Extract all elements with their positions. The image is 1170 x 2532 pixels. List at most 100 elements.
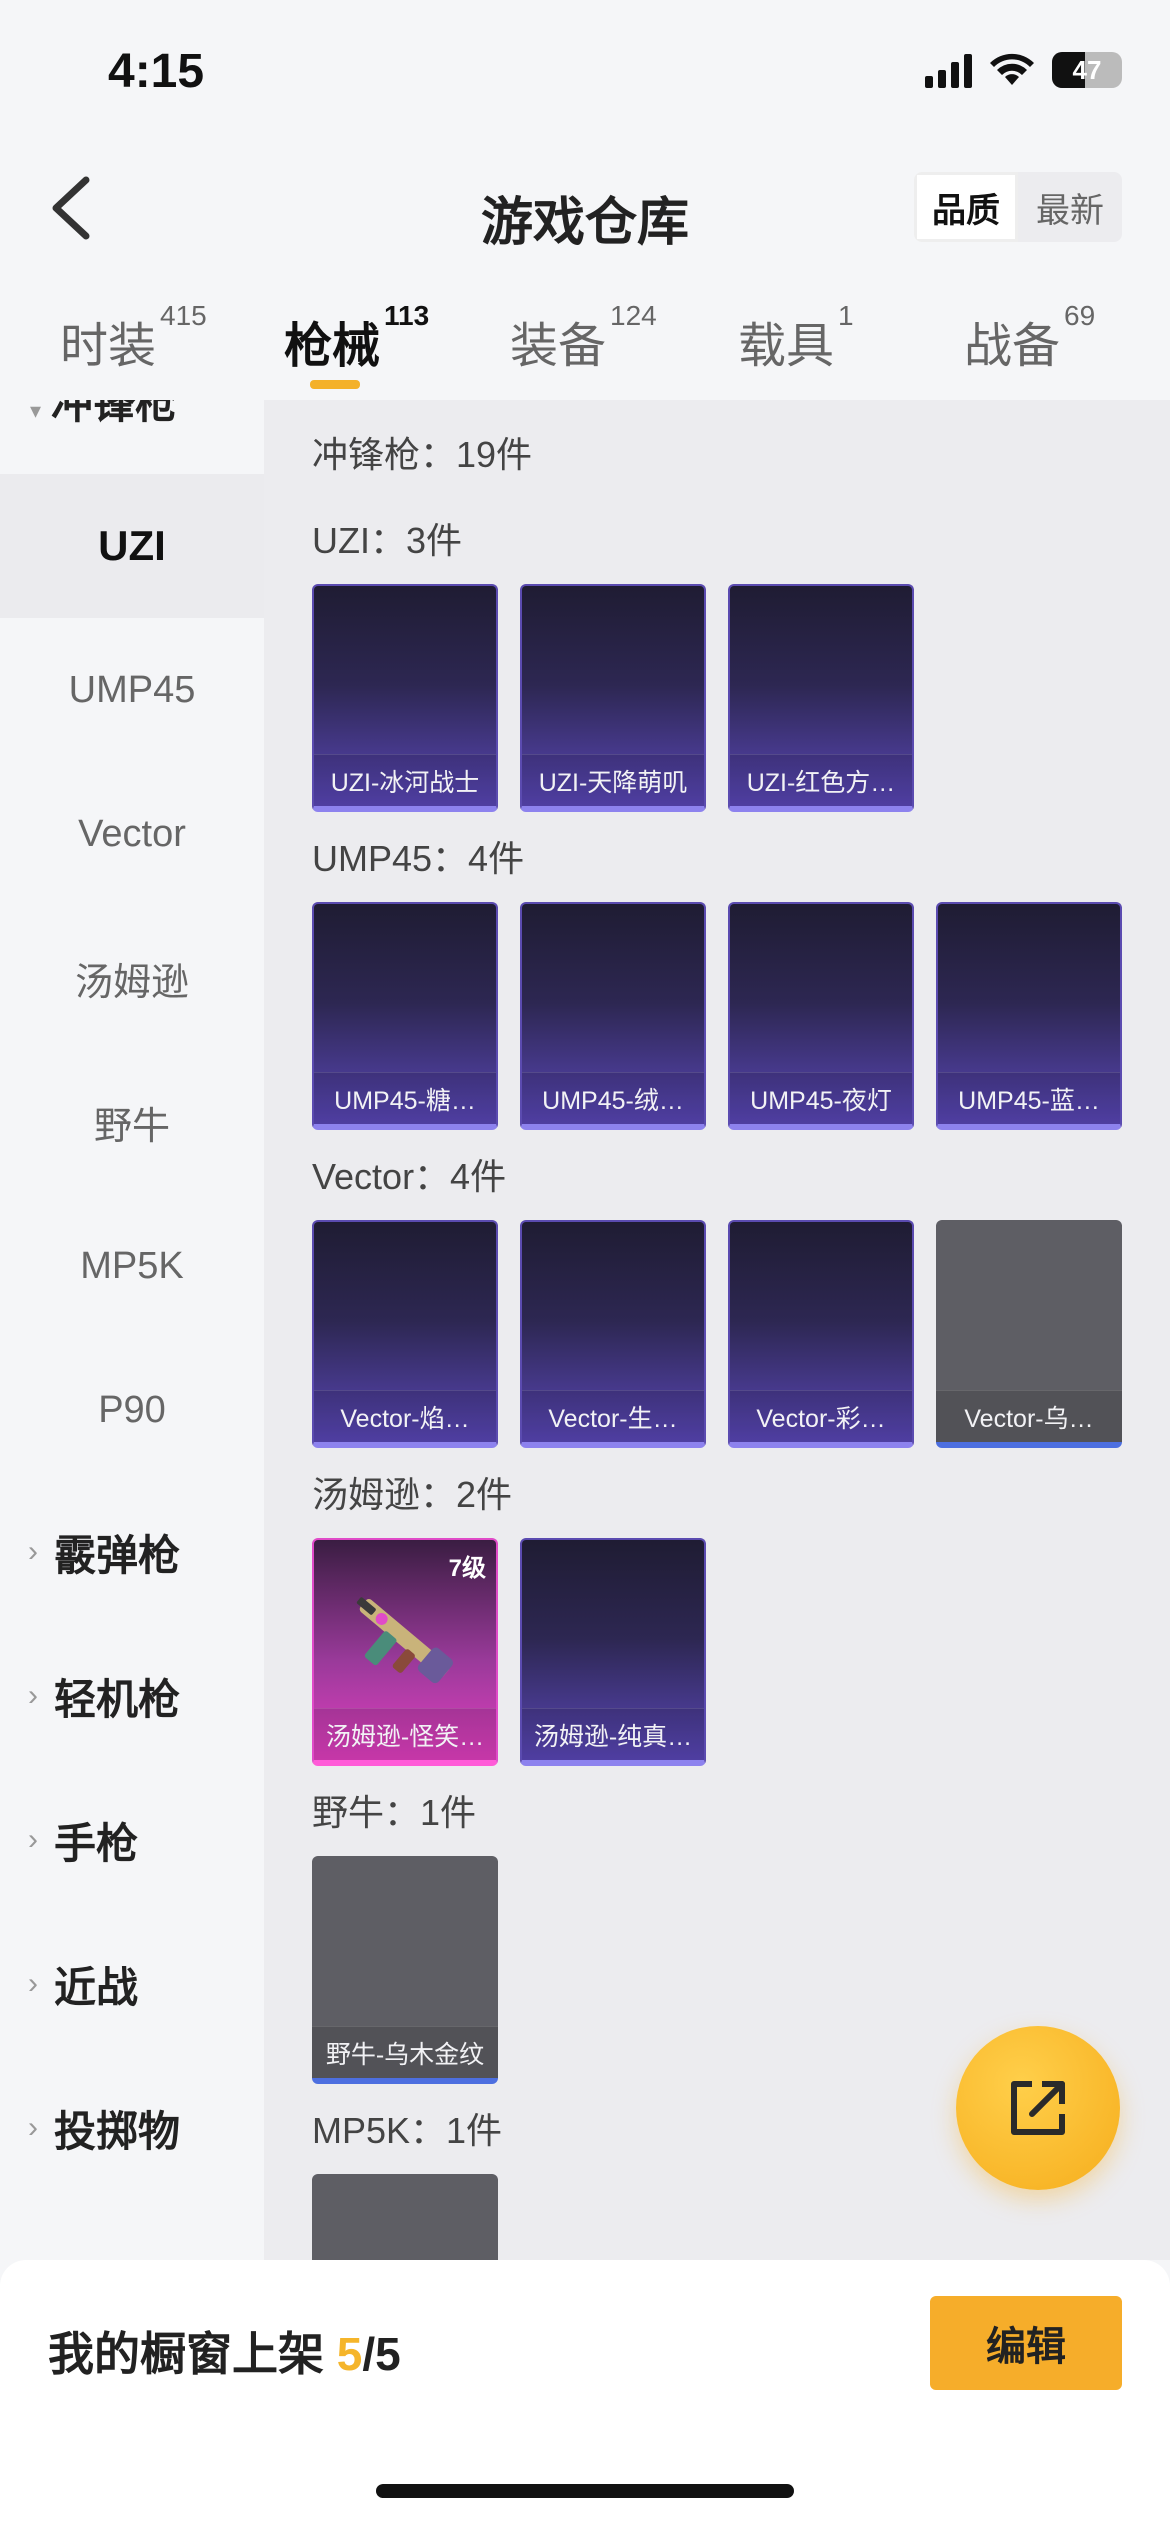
sidebar-item-bizon[interactable]: 野牛 [0, 1050, 264, 1194]
battery-level: 47 [1072, 54, 1102, 85]
item-name: 汤姆逊-纯真… [522, 1708, 704, 1760]
chevron-right-icon: › [28, 1823, 38, 1856]
chevron-down-icon: ▾ [30, 400, 42, 423]
showcase-label: 我的橱窗上架 [48, 2328, 324, 2380]
item-name: UMP45-糖… [314, 1072, 496, 1124]
item-name: UMP45-夜灯 [730, 1072, 912, 1124]
sort-by-quality-button[interactable]: 品质 [914, 172, 1018, 242]
wifi-icon [990, 53, 1034, 85]
item-card[interactable]: UZI-冰河战士 [312, 584, 498, 812]
item-grid: 冲锋枪：19件 UZI：3件 UZI-冰河战士 UZI-天降萌叽 UZI-红色方… [264, 400, 1170, 2260]
sidebar-category-label: 轻机枪 [54, 1675, 181, 1723]
showcase-status: 我的橱窗上架 5/5 [48, 2318, 401, 2384]
section-label: UMP45：4件 [312, 838, 525, 879]
item-card[interactable]: UZI-红色方… [728, 584, 914, 812]
status-time: 4:15 [108, 45, 205, 98]
category-tabs: 时装415 枪械113 装备124 载具1 战备69 [0, 290, 1170, 400]
sidebar-category-label: 手枪 [54, 1819, 139, 1867]
tab-label: 枪械 [284, 320, 381, 373]
item-name: UMP45-蓝… [938, 1072, 1120, 1124]
item-name: Vector-生… [522, 1390, 704, 1442]
sidebar: ▾ 冲锋枪 UZI UMP45 Vector 汤姆逊 野牛 MP5K P90 › 霰… [0, 400, 264, 2260]
sort-by-newest-button[interactable]: 最新 [1018, 172, 1122, 242]
header: 游戏仓库 品质 最新 [0, 140, 1170, 270]
sidebar-item-p90[interactable]: P90 [0, 1338, 264, 1482]
showcase-total: /5 [362, 2328, 401, 2380]
sidebar-category-pistol[interactable]: › 手枪 [28, 1800, 138, 1880]
tab-label: 战备 [964, 320, 1061, 373]
tab-vehicles[interactable]: 载具1 [738, 300, 854, 376]
tab-supplies[interactable]: 战备69 [964, 300, 1095, 376]
sidebar-item-vector[interactable]: Vector [0, 762, 264, 906]
item-card[interactable]: Vector-乌… [936, 1220, 1122, 1448]
item-card[interactable]: Vector-焰… [312, 1220, 498, 1448]
tab-label: 载具 [738, 320, 835, 373]
tab-fashion[interactable]: 时装415 [60, 300, 207, 376]
category-count-header: 冲锋枪：19件 [312, 434, 533, 475]
showcase-count: 5 [336, 2328, 363, 2380]
sidebar-category-lmg[interactable]: › 轻机枪 [28, 1656, 180, 1736]
item-card[interactable]: UMP45-糖… [312, 902, 498, 1130]
item-name: Vector-彩… [730, 1390, 912, 1442]
tab-count: 124 [610, 300, 657, 331]
share-button[interactable] [956, 2026, 1120, 2190]
section-label: UZI：3件 [312, 520, 463, 561]
cellular-signal-icon [925, 52, 972, 88]
item-card[interactable] [312, 2174, 498, 2260]
sidebar-category-label: 霰弹枪 [54, 1531, 181, 1579]
tab-count: 113 [384, 300, 430, 331]
battery-icon: 47 [1052, 52, 1122, 88]
tab-firearms[interactable]: 枪械113 [284, 300, 429, 376]
sidebar-category-smg[interactable]: ▾ 冲锋枪 [30, 400, 177, 431]
item-name: Vector-焰… [314, 1390, 496, 1442]
item-name: UZI-红色方… [730, 754, 912, 806]
item-card[interactable]: UMP45-夜灯 [728, 902, 914, 1130]
chevron-right-icon: › [28, 1679, 38, 1712]
section-label: 野牛：1件 [312, 1792, 477, 1833]
chevron-right-icon: › [28, 1967, 38, 2000]
tab-equipment[interactable]: 装备124 [510, 300, 657, 376]
item-card[interactable]: 汤姆逊-纯真… [520, 1538, 706, 1766]
item-card[interactable]: Vector-彩… [728, 1220, 914, 1448]
section-label: 汤姆逊：2件 [312, 1474, 513, 1515]
active-tab-indicator [310, 380, 360, 389]
item-card[interactable]: 野牛-乌木金纹 [312, 1856, 498, 2084]
sidebar-category-throwables[interactable]: › 投掷物 [28, 2088, 180, 2168]
item-card[interactable]: UZI-天降萌叽 [520, 584, 706, 812]
sidebar-item-ump45[interactable]: UMP45 [0, 618, 264, 762]
sidebar-category-shotgun[interactable]: › 霰弹枪 [28, 1512, 180, 1592]
chevron-right-icon: › [28, 2111, 38, 2144]
item-card[interactable]: UMP45-绒… [520, 902, 706, 1130]
item-name: UZI-天降萌叽 [522, 754, 704, 806]
item-card[interactable]: UMP45-蓝… [936, 902, 1122, 1130]
item-name: 汤姆逊-怪笑… [314, 1708, 496, 1760]
tab-label: 装备 [510, 320, 607, 373]
chevron-right-icon: › [28, 1535, 38, 1568]
item-name: UZI-冰河战士 [314, 754, 496, 806]
sidebar-category-melee[interactable]: › 近战 [28, 1944, 138, 2024]
status-icons: 47 [925, 52, 1122, 88]
tab-label: 时装 [60, 320, 157, 373]
home-indicator[interactable] [376, 2484, 794, 2498]
sidebar-item-mp5k[interactable]: MP5K [0, 1194, 264, 1338]
item-name: Vector-乌… [936, 1390, 1122, 1442]
section-label: Vector：4件 [312, 1156, 507, 1197]
sidebar-item-uzi[interactable]: UZI [0, 474, 264, 618]
item-card[interactable]: Vector-生… [520, 1220, 706, 1448]
tab-count: 69 [1064, 300, 1096, 331]
share-icon [1011, 2081, 1065, 2135]
sidebar-category-label: 冲锋枪 [51, 400, 178, 427]
sidebar-category-label: 近战 [54, 1963, 139, 2011]
thompson-gun-icon [356, 1597, 453, 1684]
tab-count: 1 [838, 300, 854, 331]
sidebar-item-thompson[interactable]: 汤姆逊 [0, 906, 264, 1050]
tab-count: 415 [160, 300, 207, 331]
edit-button[interactable]: 编辑 [930, 2296, 1122, 2390]
status-bar: 4:15 47 [0, 0, 1170, 140]
bottom-bar: 我的橱窗上架 5/5 编辑 [0, 2260, 1170, 2532]
section-label: MP5K：1件 [312, 2110, 503, 2151]
item-name: 野牛-乌木金纹 [312, 2026, 498, 2078]
sidebar-category-label: 投掷物 [54, 2107, 181, 2155]
item-card[interactable]: 7级 汤姆逊-怪笑… [312, 1538, 498, 1766]
sort-toggle: 品质 最新 [914, 172, 1122, 242]
